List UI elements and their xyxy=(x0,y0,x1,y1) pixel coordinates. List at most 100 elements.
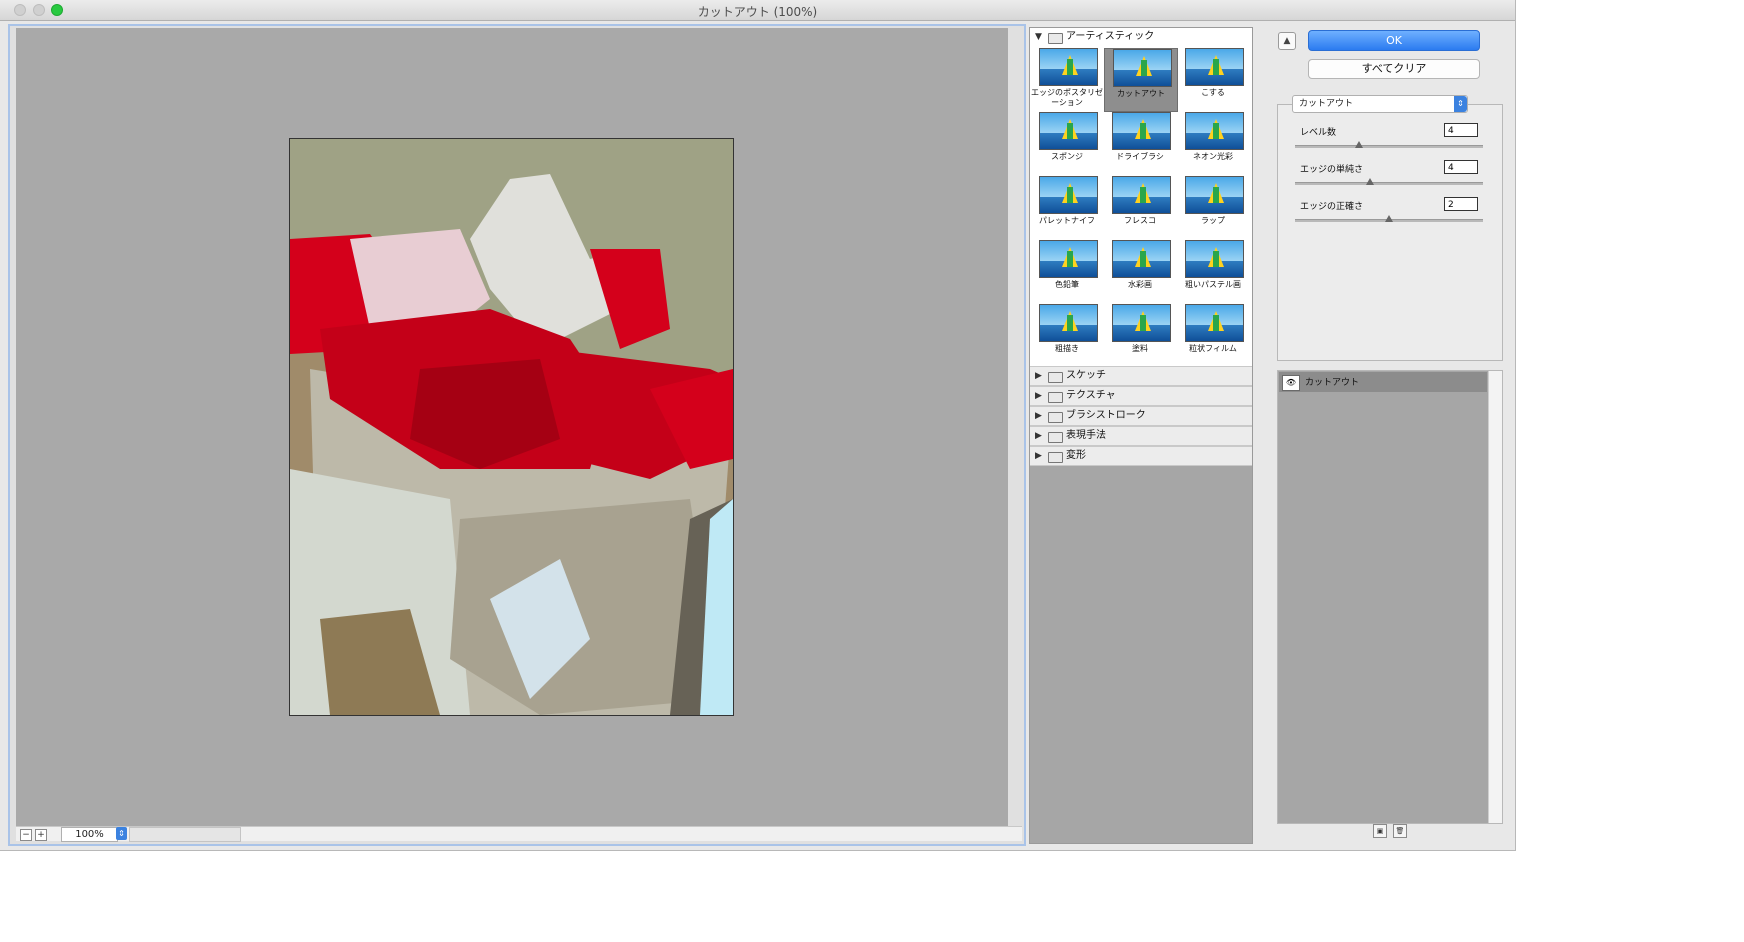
chevron-updown-icon: ⇕ xyxy=(1454,96,1467,112)
filter-preview-image xyxy=(1039,240,1098,278)
filter-thumbnail[interactable]: 粗描き xyxy=(1031,304,1103,366)
filter-thumbnail[interactable]: エッジのポスタリゼーション xyxy=(1031,48,1103,110)
category-header[interactable]: ▶ 表現手法 xyxy=(1030,426,1252,446)
filter-preview-image xyxy=(1185,112,1244,150)
zoom-level-value[interactable]: 100% xyxy=(61,827,118,842)
filter-preview-image xyxy=(1039,48,1098,86)
delete-effect-layer-icon[interactable]: 🗑 xyxy=(1393,824,1407,838)
filter-preview-image xyxy=(1113,49,1172,87)
filter-preview-image xyxy=(1112,112,1171,150)
filter-thumbnail[interactable]: カットアウト xyxy=(1104,48,1178,112)
filter-settings-box: カットアウト ⇕ レベル数 4 エッジの単純さ 4 エッジの正確さ 2 xyxy=(1277,95,1503,361)
filter-preview-image xyxy=(1039,112,1098,150)
parameter-slider-track[interactable] xyxy=(1295,145,1483,148)
zoom-out-button[interactable]: − xyxy=(20,829,32,841)
folder-open-icon xyxy=(1048,33,1063,44)
category-header[interactable]: ▶ ブラシストローク xyxy=(1030,406,1252,426)
filter-parameter: エッジの単純さ 4 xyxy=(1278,160,1502,198)
sailboat-hull-icon xyxy=(1140,187,1146,203)
category-label: 変形 xyxy=(1066,450,1086,461)
disclosure-closed-icon: ▶ xyxy=(1035,391,1042,401)
parameter-value-field[interactable]: 2 xyxy=(1444,197,1478,211)
filter-thumbnail-label: 塗料 xyxy=(1132,344,1148,353)
preview-canvas[interactable] xyxy=(16,28,1008,826)
sailboat-hull-icon xyxy=(1213,59,1219,75)
filter-select-dropdown[interactable]: カットアウト ⇕ xyxy=(1292,95,1468,113)
filter-thumbnail[interactable]: ネオン光彩 xyxy=(1177,112,1249,174)
category-header[interactable]: ▶ 変形 xyxy=(1030,446,1252,466)
sailboat-hull-icon xyxy=(1213,315,1219,331)
parameter-value-field[interactable]: 4 xyxy=(1444,160,1478,174)
filter-thumbnail-label: スポンジ xyxy=(1051,152,1083,161)
disclosure-open-icon: ▼ xyxy=(1035,32,1042,42)
sailboat-hull-icon xyxy=(1067,59,1073,75)
filter-preview-image xyxy=(1185,240,1244,278)
parameter-value-field[interactable]: 4 xyxy=(1444,123,1478,137)
category-header-artistic[interactable]: ▼ アーティスティック xyxy=(1030,28,1252,46)
cutout-image-art xyxy=(290,139,733,715)
preview-image[interactable] xyxy=(289,138,734,716)
category-label: テクスチャ xyxy=(1066,390,1116,401)
collapse-gallery-button[interactable]: ▲ xyxy=(1278,32,1296,50)
filter-thumbnail[interactable]: 塗料 xyxy=(1104,304,1176,366)
new-effect-layer-icon[interactable]: ▣ xyxy=(1373,824,1387,838)
parameter-label: レベル数 xyxy=(1300,128,1337,138)
sailboat-hull-icon xyxy=(1067,123,1073,139)
filter-select-value: カットアウト xyxy=(1299,99,1354,109)
filter-thumbnail[interactable]: 水彩画 xyxy=(1104,240,1176,302)
parameter-slider-thumb[interactable] xyxy=(1385,215,1393,222)
category-header[interactable]: ▶ テクスチャ xyxy=(1030,386,1252,406)
folder-icon xyxy=(1048,432,1063,443)
sailboat-hull-icon xyxy=(1213,187,1219,203)
sailboat-hull-icon xyxy=(1140,315,1146,331)
filter-thumbnail[interactable]: スポンジ xyxy=(1031,112,1103,174)
zoom-dropdown-arrow[interactable]: ⇕ xyxy=(116,827,127,840)
effect-layer-name: カットアウト xyxy=(1305,378,1360,388)
filter-thumbnail[interactable]: 色鉛筆 xyxy=(1031,240,1103,302)
folder-icon xyxy=(1048,392,1063,403)
filter-thumbnail-label: ドライブラシ xyxy=(1116,152,1164,161)
settings-panel: ▲ OK すべてクリア カットアウト ⇕ レベル数 4 エッジの単純さ 4 エッジの正確… xyxy=(1266,24,1514,850)
clear-all-button[interactable]: すべてクリア xyxy=(1308,59,1480,79)
filter-gallery-panel: ▼ アーティスティック エッジのポスタリゼーション カットアウト こするスポンジ ドラ… xyxy=(1029,27,1253,844)
effect-layers-list: 👁 カットアウト xyxy=(1277,370,1503,824)
category-header[interactable]: ▶ スケッチ xyxy=(1030,366,1252,386)
filter-gallery-window: カットアウト (100%) − + 100% ⇕ ▼ アーティスティック エッジ… xyxy=(0,0,1516,851)
sailboat-hull-icon xyxy=(1067,315,1073,331)
folder-icon xyxy=(1048,372,1063,383)
preview-horizontal-scrollbar[interactable] xyxy=(129,827,241,842)
sailboat-hull-icon xyxy=(1067,251,1073,267)
filter-thumbnail-label: 水彩画 xyxy=(1128,280,1152,289)
parameter-slider-thumb[interactable] xyxy=(1366,178,1375,185)
filter-thumbnail[interactable]: こする xyxy=(1177,48,1249,110)
filter-thumbnail[interactable]: パレットナイフ xyxy=(1031,176,1103,238)
category-label: アーティスティック xyxy=(1066,31,1155,42)
ok-button[interactable]: OK xyxy=(1308,30,1480,51)
filter-preview-image xyxy=(1112,176,1171,214)
filter-thumbnail-label: フレスコ xyxy=(1124,216,1156,225)
filter-preview-image xyxy=(1039,304,1098,342)
filter-preview-image xyxy=(1185,304,1244,342)
filter-thumbnail[interactable]: フレスコ xyxy=(1104,176,1176,238)
filter-thumbnail[interactable]: ドライブラシ xyxy=(1104,112,1176,174)
filter-preview-image xyxy=(1112,240,1171,278)
eye-icon[interactable]: 👁 xyxy=(1282,375,1300,391)
filter-thumbnail[interactable]: ラップ xyxy=(1177,176,1249,238)
zoom-in-button[interactable]: + xyxy=(35,829,47,841)
parameter-slider-thumb[interactable] xyxy=(1354,141,1363,148)
filter-preview-image xyxy=(1112,304,1171,342)
filter-thumbnail-label: ネオン光彩 xyxy=(1193,152,1233,161)
disclosure-closed-icon: ▶ xyxy=(1035,431,1042,441)
disclosure-closed-icon: ▶ xyxy=(1035,411,1042,421)
disclosure-closed-icon: ▶ xyxy=(1035,451,1042,461)
filter-thumbnail[interactable]: 粗いパステル画 xyxy=(1177,240,1249,302)
sailboat-hull-icon xyxy=(1141,60,1147,76)
parameter-slider-track[interactable] xyxy=(1295,182,1483,185)
effect-layer-row[interactable]: 👁 カットアウト xyxy=(1279,372,1487,392)
window-title: カットアウト (100%) xyxy=(697,5,818,19)
filter-preview-image xyxy=(1185,48,1244,86)
filter-thumbnail[interactable]: 粒状フィルム xyxy=(1177,304,1249,366)
layers-scrollbar[interactable] xyxy=(1488,371,1502,823)
title-bar[interactable]: カットアウト (100%) xyxy=(0,0,1515,21)
parameter-label: エッジの単純さ xyxy=(1300,165,1364,175)
